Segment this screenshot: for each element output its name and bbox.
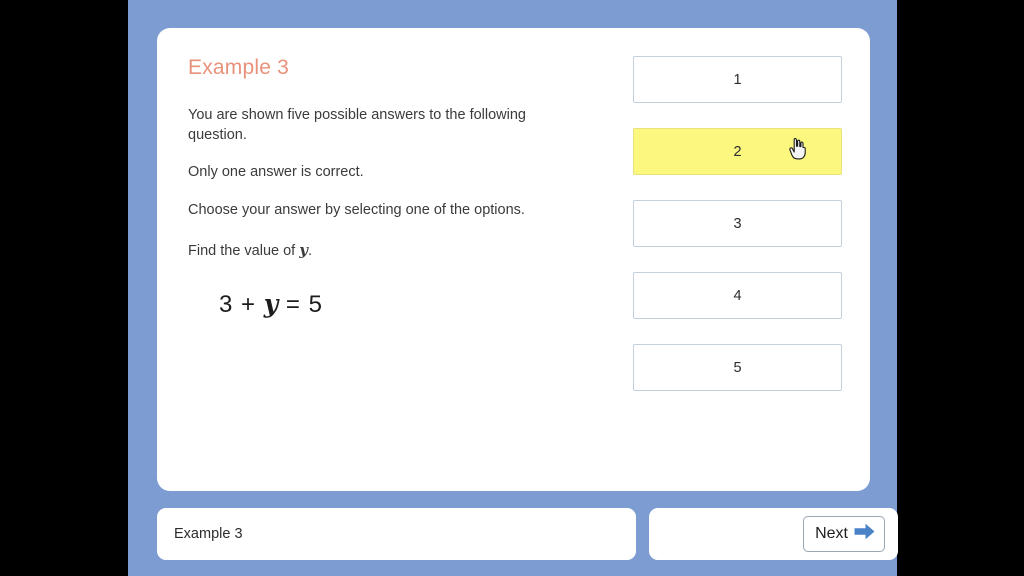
question-prompt-variable: y bbox=[299, 241, 308, 260]
arrow-right-icon bbox=[854, 523, 875, 545]
page-title: Example 3 bbox=[188, 56, 290, 79]
equation-variable: y bbox=[263, 289, 279, 318]
equation: 3 + y = 5 bbox=[219, 289, 608, 319]
letterbox-left bbox=[0, 0, 128, 576]
answer-option-label: 4 bbox=[733, 287, 742, 304]
question-prompt: Find the value of y. bbox=[188, 240, 608, 262]
answer-option-label: 1 bbox=[733, 71, 742, 88]
equation-equals-sign: = bbox=[285, 291, 301, 318]
answer-option-3[interactable]: 3 bbox=[633, 200, 842, 247]
question-instruction-2: Only one answer is correct. bbox=[188, 164, 364, 181]
question-panel: Example 3 You are shown five possible an… bbox=[188, 55, 608, 319]
answer-option-label: 5 bbox=[733, 359, 742, 376]
question-instruction-3: Choose your answer by selecting one of t… bbox=[188, 201, 525, 218]
letterbox-right bbox=[897, 0, 1024, 576]
next-button-label: Next bbox=[815, 525, 848, 542]
equation-right-operand: 5 bbox=[308, 291, 323, 318]
answer-option-2[interactable]: 2 bbox=[633, 128, 842, 175]
answer-option-5[interactable]: 5 bbox=[633, 344, 842, 391]
presentation-stage: Example 3 You are shown five possible an… bbox=[128, 0, 898, 576]
answer-option-1[interactable]: 1 bbox=[633, 56, 842, 103]
progress-label: Example 3 bbox=[174, 526, 243, 542]
answer-option-label: 3 bbox=[733, 215, 742, 232]
answer-option-4[interactable]: 4 bbox=[633, 272, 842, 319]
question-prompt-prefix: Find the value of bbox=[188, 243, 300, 260]
equation-left-operand: 3 bbox=[219, 291, 234, 318]
answer-options-list: 1 2 3 4 5 bbox=[633, 56, 842, 391]
content-card: Example 3 You are shown five possible an… bbox=[157, 28, 870, 491]
slide-screen: Example 3 You are shown five possible an… bbox=[0, 0, 1024, 576]
bottom-navigation-bar: Example 3 Next bbox=[157, 508, 898, 560]
answer-option-label: 2 bbox=[733, 143, 742, 160]
next-button[interactable]: Next bbox=[803, 516, 885, 552]
pointing-hand-cursor bbox=[789, 137, 806, 160]
equation-operator: + bbox=[241, 291, 257, 318]
navigation-panel: Next bbox=[649, 508, 898, 560]
progress-panel: Example 3 bbox=[157, 508, 636, 560]
question-prompt-suffix: . bbox=[307, 243, 312, 260]
question-instruction-1: You are shown five possible answers to t… bbox=[188, 107, 526, 143]
